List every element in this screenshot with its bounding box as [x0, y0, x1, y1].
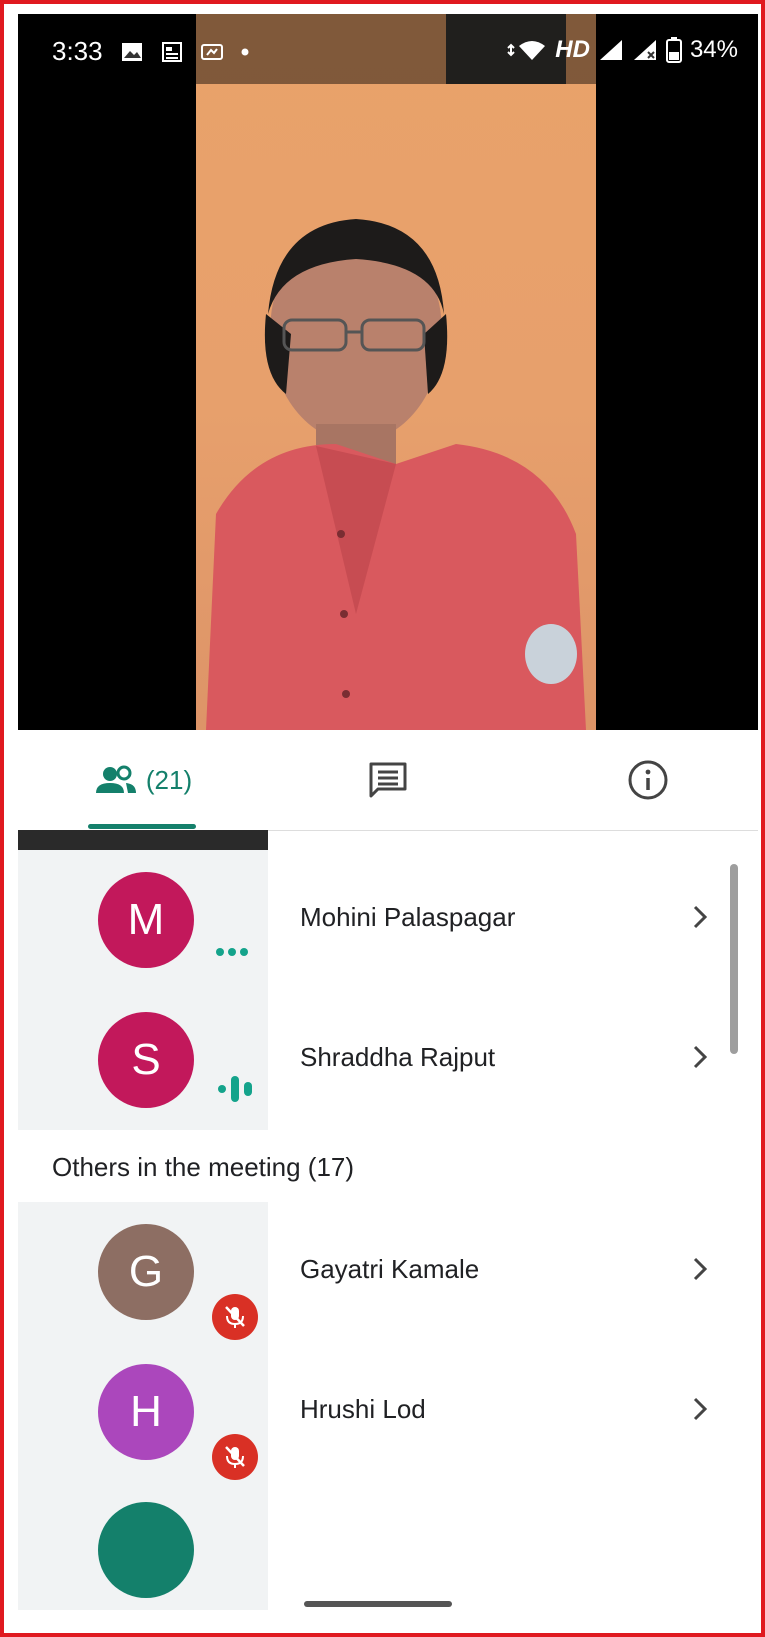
chat-icon [369, 762, 407, 798]
video-area[interactable]: 3:33 HD 34% [18, 14, 758, 730]
others-section-title: Others in the meeting (17) [52, 1152, 355, 1182]
people-count: (21) [145, 764, 193, 795]
chevron-right-icon[interactable] [688, 1394, 712, 1424]
avatar: M [98, 872, 194, 968]
screen-frame: 3:33 HD 34% (21) M Mohini Palaspagar S S… [0, 0, 765, 1637]
gallery-icon [121, 42, 142, 61]
status-time: 3:33 [52, 36, 103, 66]
mic-off-icon [212, 1434, 258, 1480]
tab-chat[interactable] [358, 730, 418, 830]
connecting-dots-icon [216, 948, 248, 956]
avatar: H [98, 1364, 194, 1460]
signal-no-data-icon [633, 40, 656, 60]
speaking-indicator-icon [218, 1076, 252, 1102]
participant-name: Shraddha Rajput [300, 1042, 496, 1072]
avatar: G [98, 1224, 194, 1320]
people-icon [95, 765, 136, 793]
notification-dot-icon [241, 48, 249, 55]
wifi-icon [507, 41, 546, 60]
status-bar: 3:33 HD 34% [18, 14, 758, 84]
news-icon [161, 41, 182, 62]
active-tab-indicator [88, 824, 196, 829]
participant-name: Mohini Palaspagar [300, 902, 516, 932]
main-video-feed[interactable] [196, 14, 596, 730]
chevron-right-icon[interactable] [688, 1042, 712, 1072]
mic-off-icon [212, 1294, 258, 1340]
battery-percentage: 34% [689, 36, 738, 63]
tab-people[interactable]: (21) [78, 730, 208, 830]
home-indicator[interactable] [304, 1601, 452, 1607]
signal-icon [599, 40, 622, 60]
chevron-right-icon[interactable] [688, 1254, 712, 1284]
avatar: S [98, 1012, 194, 1108]
participant-row[interactable] [18, 1482, 758, 1610]
battery-icon [665, 37, 682, 63]
participant-row[interactable]: M Mohini Palaspagar [18, 850, 758, 990]
chevron-right-icon[interactable] [688, 902, 712, 932]
tab-info[interactable] [618, 730, 678, 830]
participant-row[interactable]: H Hrushi Lod [18, 1342, 758, 1482]
info-icon [628, 760, 668, 800]
avatar [98, 1502, 194, 1598]
video-call-icon [200, 43, 223, 60]
participant-row[interactable]: G Gayatri Kamale [18, 1202, 758, 1342]
participant-name: Hrushi Lod [300, 1394, 426, 1424]
participant-row[interactable]: S Shraddha Rajput [18, 990, 758, 1130]
participants-list[interactable]: M Mohini Palaspagar S Shraddha Rajput Ot… [18, 830, 758, 1610]
participant-name: Gayatri Kamale [300, 1254, 480, 1284]
meeting-tabs: (21) [18, 730, 758, 831]
network-type-label: HD [555, 36, 590, 63]
participant-video-image [206, 14, 586, 730]
scrollbar[interactable] [730, 864, 738, 1054]
